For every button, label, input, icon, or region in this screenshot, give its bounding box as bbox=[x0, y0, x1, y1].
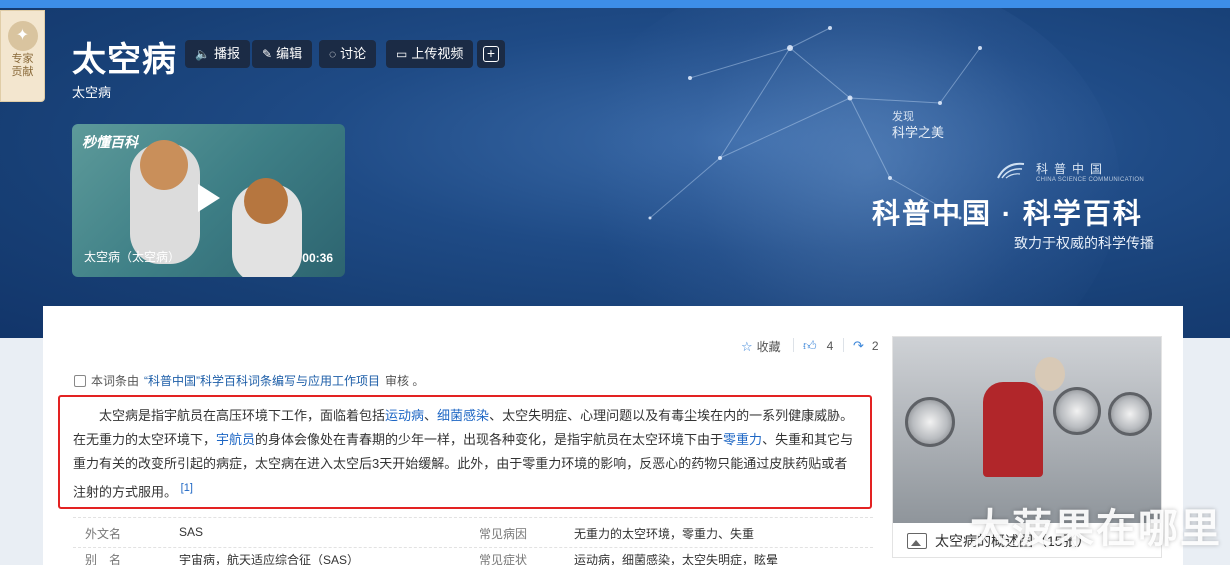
video-camera-icon: ▭ bbox=[396, 47, 408, 61]
top-accent-bar bbox=[0, 0, 1230, 8]
video-logo: 秒懂百科 bbox=[82, 134, 138, 150]
porthole bbox=[1108, 392, 1152, 436]
watermark: 大菠果在哪里 bbox=[970, 507, 1222, 551]
chat-bubble-icon: ◌ bbox=[329, 47, 337, 61]
divider bbox=[793, 338, 794, 352]
upload-video-button[interactable]: ▭ 上传视频 bbox=[386, 40, 474, 68]
porthole bbox=[905, 397, 955, 447]
link-motion-sickness[interactable]: 运动病 bbox=[385, 408, 424, 423]
info-key: 常见病因 bbox=[479, 527, 528, 541]
astronaut-person bbox=[983, 382, 1043, 477]
divider bbox=[843, 338, 844, 352]
summary-separator: 、 bbox=[424, 408, 438, 423]
entry-title: 太空病 bbox=[72, 41, 177, 79]
astronaut-face-left bbox=[140, 140, 188, 190]
entry-summary: 太空病是指宇航员在高压环境下工作，面临着包括运动病、细菌感染、太空失明症、心理问… bbox=[58, 395, 872, 509]
info-key: 外文名 bbox=[85, 527, 122, 541]
thumbs-up-icon: 👍︎ bbox=[803, 338, 817, 353]
porthole bbox=[1053, 387, 1101, 435]
like-count: 4 bbox=[826, 339, 834, 353]
broadcast-button[interactable]: 🔈 播报 bbox=[185, 40, 250, 68]
share-button[interactable]: ↷ 2 bbox=[853, 338, 879, 354]
broadcast-label: 播报 bbox=[213, 46, 240, 61]
review-project-link[interactable]: “科普中国”科学百科词条编写与应用工作项目 bbox=[144, 372, 380, 389]
brand-main-title: 科普中国 · 科学百科 bbox=[872, 198, 1143, 229]
astronaut-head bbox=[1035, 357, 1065, 391]
expert-contribution-badge[interactable]: ✦ 专家贡献 bbox=[0, 10, 45, 102]
speaker-icon: 🔈 bbox=[195, 47, 210, 61]
video-thumbnail[interactable]: 秒懂百科 太空病（太空病） 00:36 bbox=[72, 124, 345, 277]
review-prefix: 本词条由 bbox=[91, 374, 140, 388]
kepu-china-logo-icon bbox=[997, 162, 1025, 179]
brand-en-name: CHINA SCIENCE COMMUNICATION bbox=[1036, 177, 1144, 183]
info-value: 运动病，细菌感染，太空失明症，眩晕 bbox=[574, 553, 779, 565]
link-zero-gravity[interactable]: 零重力 bbox=[723, 432, 762, 447]
video-duration: 00:36 bbox=[302, 251, 333, 265]
document-icon bbox=[74, 374, 86, 387]
pencil-icon: ✎ bbox=[262, 47, 273, 61]
expert-badge-label: 专家贡献 bbox=[11, 53, 34, 78]
plus-icon: + bbox=[483, 46, 499, 62]
discover-label: 发现 bbox=[892, 111, 914, 123]
discover-sub-label: 科学之美 bbox=[892, 125, 945, 140]
reference-link[interactable]: [1] bbox=[181, 482, 193, 494]
info-value: SAS bbox=[179, 525, 204, 539]
edit-label: 编辑 bbox=[276, 46, 303, 61]
info-row: 别 名 宇宙病，航天适应综合征（SAS） 常见症状 运动病，细菌感染，太空失明症… bbox=[73, 551, 873, 565]
discuss-label: 讨论 bbox=[340, 46, 367, 61]
video-caption: 太空病（太空病） bbox=[84, 250, 181, 264]
share-arrow-icon: ↷ bbox=[853, 338, 864, 353]
review-suffix: 审核 。 bbox=[385, 374, 425, 388]
info-key: 别 名 bbox=[85, 553, 122, 565]
link-astronaut[interactable]: 宇航员 bbox=[216, 432, 255, 447]
favorite-button[interactable]: ☆ 收藏 bbox=[741, 338, 781, 355]
edit-button[interactable]: ✎ 编辑 bbox=[252, 40, 313, 68]
info-value: 无重力的太空环境，零重力、失重 bbox=[574, 527, 755, 541]
play-icon[interactable] bbox=[198, 184, 220, 212]
gallery-icon bbox=[907, 533, 927, 549]
info-divider bbox=[73, 547, 873, 548]
more-plus-button[interactable]: + bbox=[477, 40, 505, 68]
review-notice: 本词条由 “科普中国”科学百科词条编写与应用工作项目 审核 。 bbox=[74, 372, 424, 389]
link-bacterial-infection[interactable]: 细菌感染 bbox=[437, 408, 489, 423]
discuss-button[interactable]: ◌ 讨论 bbox=[319, 40, 377, 68]
info-value: 宇宙病，航天适应综合征（SAS） bbox=[179, 553, 360, 565]
favorite-label: 收藏 bbox=[756, 340, 781, 354]
expert-icon: ✦ bbox=[7, 21, 38, 51]
brand-cn-name: 科普中国 bbox=[1036, 162, 1109, 176]
like-button[interactable]: 👍︎ 4 bbox=[803, 338, 833, 354]
info-divider bbox=[73, 517, 873, 518]
brand-discover: 发现 科学之美 bbox=[892, 110, 944, 140]
summary-text: 的身体会像处在青春期的少年一样，出现各种变化，是指宇航员在太空环境下由于 bbox=[255, 432, 724, 447]
entry-subtitle: 太空病 bbox=[72, 85, 112, 100]
star-icon: ☆ bbox=[741, 338, 753, 354]
upload-video-label: 上传视频 bbox=[411, 46, 464, 61]
brand-slogan: 致力于权威的科学传播 bbox=[1014, 235, 1154, 251]
share-count: 2 bbox=[871, 339, 879, 353]
summary-text: 太空病是指宇航员在高压环境下工作，面临着包括 bbox=[99, 408, 386, 423]
astronaut-face-right bbox=[244, 178, 288, 224]
info-key: 常见症状 bbox=[479, 553, 528, 565]
